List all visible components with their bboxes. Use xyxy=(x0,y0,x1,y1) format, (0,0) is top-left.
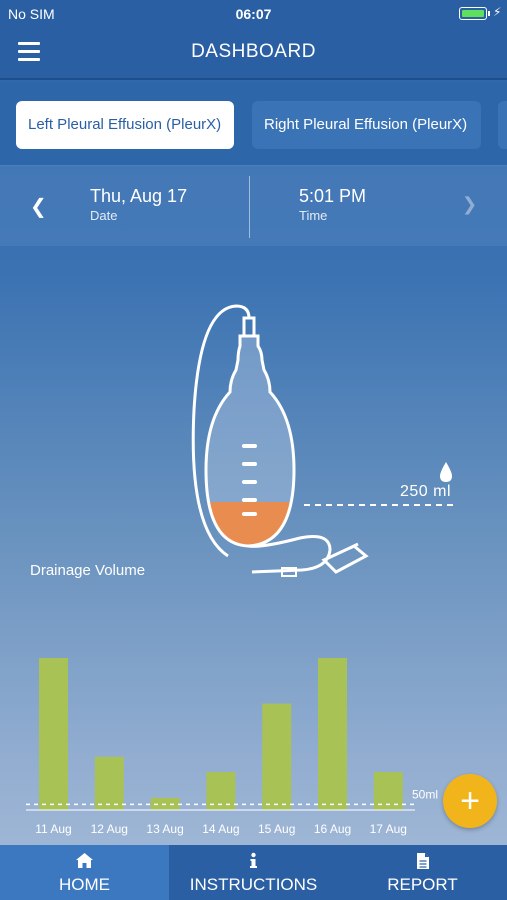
tab-report[interactable]: REPORT xyxy=(338,845,507,900)
chart-bar xyxy=(318,658,347,810)
bottle-volume-label: 250 ml xyxy=(400,483,452,500)
x-tick-label: 11 Aug xyxy=(35,822,71,836)
home-icon xyxy=(76,853,93,868)
x-tick-label: 16 Aug xyxy=(314,822,351,836)
tab-instructions[interactable]: INSTRUCTIONS xyxy=(169,845,338,900)
drainage-volume-title: Drainage Volume xyxy=(30,562,146,579)
x-tick-label: 14 Aug xyxy=(202,822,239,836)
tab-instructions-label: INSTRUCTIONS xyxy=(189,875,318,894)
x-tick-label: 15 Aug xyxy=(258,822,295,836)
bottom-tab-bar: HOME INSTRUCTIONS REPORT xyxy=(0,845,507,900)
reference-line-label: 50ml xyxy=(412,787,438,801)
chart-bar xyxy=(94,756,124,810)
tab-report-label: REPORT xyxy=(387,875,458,894)
chart-bar xyxy=(39,658,68,810)
info-icon xyxy=(250,852,257,868)
plus-icon: + xyxy=(460,782,480,820)
document-icon xyxy=(417,853,429,869)
x-tick-label: 13 Aug xyxy=(146,822,183,836)
chart-bar xyxy=(262,703,292,810)
tab-home-label: HOME xyxy=(59,875,110,894)
tab-home[interactable]: HOME xyxy=(0,845,169,900)
droplet-icon xyxy=(440,462,452,482)
add-entry-button[interactable]: + xyxy=(443,774,497,828)
drainage-volume-chart: 11 Aug 12 Aug 13 Aug 14 Aug 15 Aug 16 Aug 17 A… xyxy=(26,658,438,836)
x-tick-label: 12 Aug xyxy=(91,822,128,836)
drainage-bottle-illustration xyxy=(191,304,458,577)
x-tick-label: 17 Aug xyxy=(370,822,407,836)
